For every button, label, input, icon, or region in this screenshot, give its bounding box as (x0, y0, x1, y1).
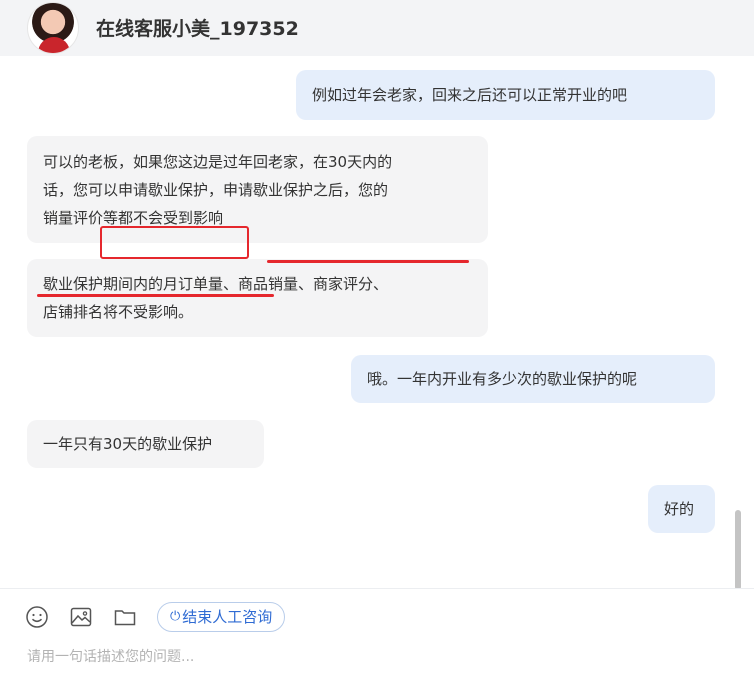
agent-message: 一年只有30天的歇业保护 (27, 420, 264, 468)
message-text: 好的 (664, 500, 695, 518)
folder-icon[interactable] (113, 605, 137, 629)
composer: ⏻ 结束人工咨询 (0, 588, 754, 675)
emoji-icon[interactable] (25, 605, 49, 629)
message-text: 歇业保护期间内的月订单量、商品销量、商家评分、 (43, 275, 389, 293)
scrollbar-thumb[interactable] (735, 510, 741, 590)
user-message: 哦。一年内开业有多少次的歇业保护的呢 (351, 355, 715, 403)
chat-header: 在线客服小美_197352 (0, 0, 754, 56)
agent-avatar (27, 2, 79, 54)
message-text: 店铺排名将不受影响。 (43, 303, 194, 321)
agent-message: 歇业保护期间内的月订单量、商品销量、商家评分、 店铺排名将不受影响。 (27, 259, 488, 337)
power-icon: ⏻ (170, 609, 181, 624)
message-text: 一年只有30天的歇业保护 (43, 435, 213, 453)
user-message: 好的 (648, 485, 715, 533)
end-button-label: 结束人工咨询 (182, 608, 273, 626)
message-text: 例如过年会老家，回来之后还可以正常开业的吧 (312, 86, 628, 104)
message-text: 哦。一年内开业有多少次的歇业保护的呢 (367, 370, 638, 388)
message-text: 可以的老板，如果您这边是过年回老家，在30天内的 (43, 153, 393, 171)
user-message: 例如过年会老家，回来之后还可以正常开业的吧 (296, 70, 715, 120)
agent-message: 可以的老板，如果您这边是过年回老家，在30天内的 话，您可以申请歇业保护，申请歇… (27, 136, 488, 243)
agent-name: 在线客服小美_197352 (96, 18, 299, 40)
message-input[interactable] (27, 645, 717, 669)
end-human-consult-button[interactable]: ⏻ 结束人工咨询 (157, 602, 286, 632)
image-icon[interactable] (69, 605, 93, 629)
message-text: 话，您可以申请歇业保护，申请歇业保护之后，您的 (43, 181, 389, 199)
message-list[interactable]: 例如过年会老家，回来之后还可以正常开业的吧 可以的老板，如果您这边是过年回老家，… (0, 56, 754, 588)
message-text: 销量评价等都不会受到影响 (43, 209, 224, 227)
